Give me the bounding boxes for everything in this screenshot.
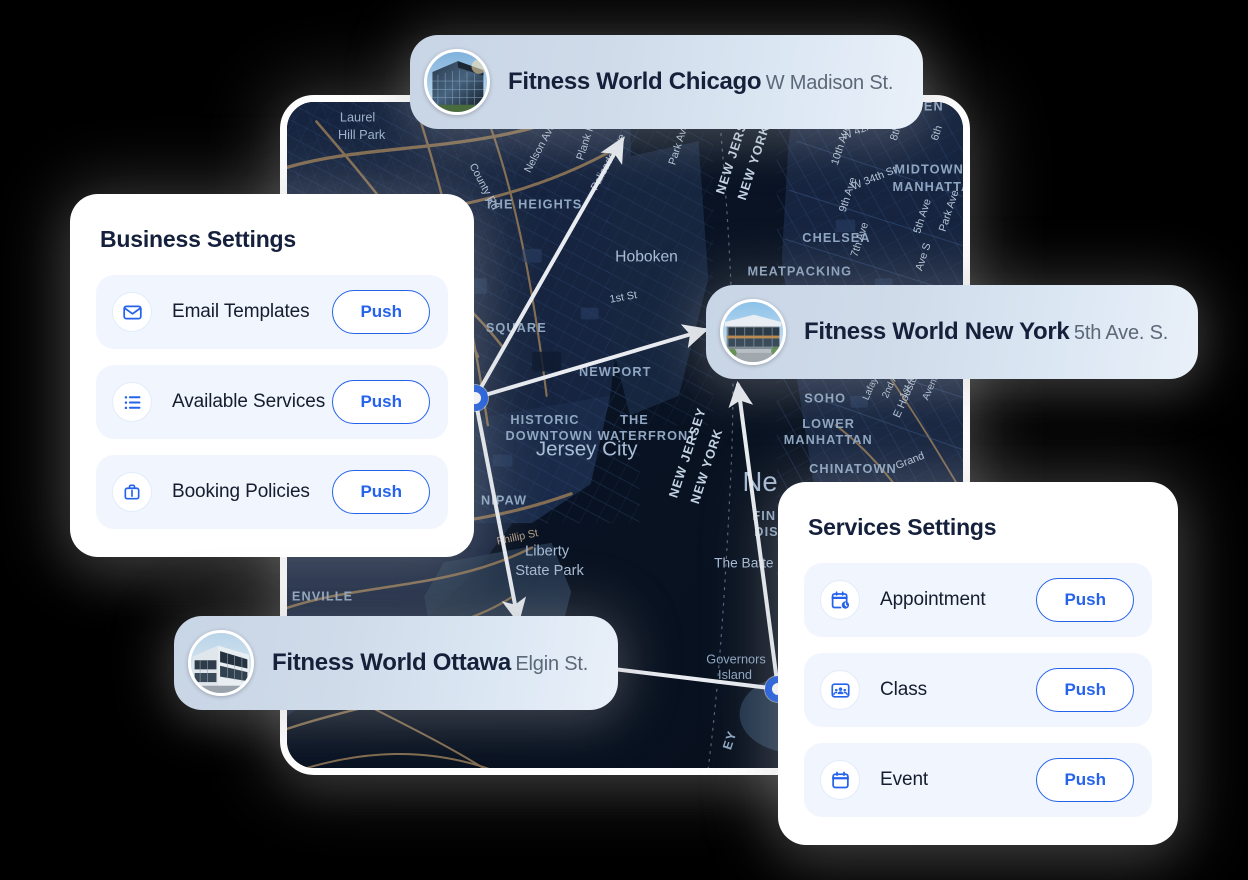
map-label: Ne bbox=[743, 466, 778, 497]
map-label: MIDTOWN bbox=[894, 161, 963, 176]
composition-stage: Laurel Hill Park County Rd THE HEIGHTS Nelso… bbox=[0, 0, 1248, 880]
map-label: The Batte bbox=[714, 555, 774, 570]
avatar bbox=[188, 630, 254, 696]
location-address: Elgin St. bbox=[515, 653, 589, 676]
calendar-icon bbox=[820, 760, 860, 800]
setting-row-event[interactable]: Event Push bbox=[804, 743, 1152, 817]
map-label: DIS bbox=[754, 524, 778, 539]
map-label: Liberty bbox=[525, 544, 570, 560]
map-label: THE HEIGHTS bbox=[485, 197, 582, 212]
map-label: MEATPACKING bbox=[747, 263, 852, 278]
location-pill-ottawa[interactable]: Fitness World Ottawa Elgin St. bbox=[174, 616, 619, 710]
push-button[interactable]: Push bbox=[1036, 668, 1134, 712]
location-name: Fitness World Ottawa bbox=[272, 649, 511, 677]
location-pill-chicago[interactable]: Fitness World Chicago W Madison St. bbox=[410, 35, 924, 129]
map-label: ENVILLE bbox=[292, 589, 353, 604]
setting-row-email-templates[interactable]: Email Templates Push bbox=[96, 275, 448, 349]
location-address: W Madison St. bbox=[765, 72, 894, 95]
map-label: CHINATOWN bbox=[809, 461, 897, 476]
business-settings-card: Business Settings Email Templates Push A… bbox=[70, 194, 474, 557]
map-label: MANHATTAN bbox=[784, 432, 873, 447]
location-text: Fitness World Ottawa Elgin St. bbox=[254, 649, 588, 677]
setting-row-appointment[interactable]: Appointment Push bbox=[804, 563, 1152, 637]
setting-row-available-services[interactable]: Available Services Push bbox=[96, 365, 448, 439]
setting-label: Event bbox=[880, 769, 929, 790]
map-label: Hoboken bbox=[615, 249, 678, 266]
setting-label: Appointment bbox=[880, 589, 986, 610]
location-name: Fitness World Chicago bbox=[508, 68, 762, 96]
map-label: Hill Park bbox=[338, 127, 386, 142]
push-button[interactable]: Push bbox=[1036, 578, 1134, 622]
map-label: FIN bbox=[752, 508, 776, 523]
setting-label: Class bbox=[880, 679, 928, 700]
map-label: State Park bbox=[515, 563, 584, 579]
location-address: 5th Ave. S. bbox=[1073, 322, 1169, 345]
mail-icon bbox=[112, 292, 152, 332]
map-label: NEWPORT bbox=[579, 364, 652, 379]
push-button[interactable]: Push bbox=[332, 290, 430, 334]
map-label: SQUARE bbox=[486, 320, 547, 335]
location-text: Fitness World Chicago W Madison St. bbox=[490, 68, 893, 96]
map-label: LOWER bbox=[802, 416, 855, 431]
location-text: Fitness World New York 5th Ave. S. bbox=[786, 318, 1168, 346]
setting-label: Available Services bbox=[172, 391, 326, 412]
business-settings-title: Business Settings bbox=[100, 226, 296, 252]
users-group-icon bbox=[820, 670, 860, 710]
setting-row-booking-policies[interactable]: Booking Policies Push bbox=[96, 455, 448, 529]
services-settings-card: Services Settings Appointment Push Class… bbox=[778, 482, 1178, 845]
map-label: Governors bbox=[706, 651, 765, 666]
services-settings-title: Services Settings bbox=[808, 514, 997, 540]
map-label: Island bbox=[718, 667, 752, 682]
calendar-clock-icon bbox=[820, 580, 860, 620]
avatar bbox=[424, 49, 490, 115]
list-icon bbox=[112, 382, 152, 422]
setting-row-class[interactable]: Class Push bbox=[804, 653, 1152, 727]
setting-label: Email Templates bbox=[172, 301, 310, 322]
map-label: Laurel bbox=[340, 109, 375, 124]
briefcase-icon bbox=[112, 472, 152, 512]
avatar bbox=[720, 299, 786, 365]
location-pill-newyork[interactable]: Fitness World New York 5th Ave. S. bbox=[706, 285, 1199, 379]
push-button[interactable]: Push bbox=[1036, 758, 1134, 802]
location-name: Fitness World New York bbox=[804, 318, 1070, 346]
map-label: HISTORIC bbox=[510, 412, 579, 427]
map-label: THE bbox=[620, 412, 649, 427]
setting-label: Booking Policies bbox=[172, 481, 310, 502]
map-label: Jersey City bbox=[536, 438, 638, 461]
map-label: SOHO bbox=[804, 391, 846, 406]
push-button[interactable]: Push bbox=[332, 470, 430, 514]
push-button[interactable]: Push bbox=[332, 380, 430, 424]
map-label: NIPAW bbox=[481, 493, 527, 508]
